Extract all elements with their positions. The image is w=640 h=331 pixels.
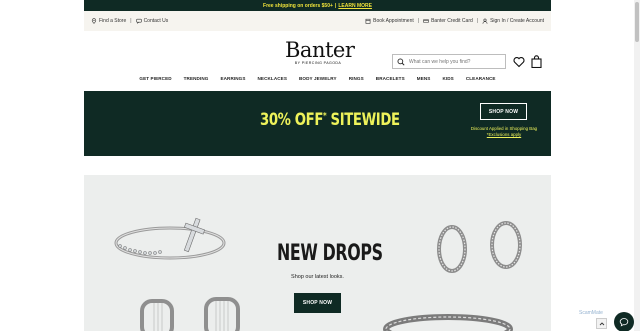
banter-logo[interactable]: Banter BY PIERCING PAGODA (285, 38, 355, 65)
utility-bar: Find a Store | Contact Us Book Appointme… (84, 11, 551, 31)
hero-title: NEW DROPS (277, 241, 383, 266)
contact-link[interactable]: Contact Us (135, 18, 169, 24)
nav-bracelets[interactable]: BRACELETS (370, 76, 411, 86)
search-box[interactable] (392, 54, 506, 69)
band-ring-image (383, 314, 513, 331)
watermark-label: ScamMate (579, 310, 603, 316)
utility-separator: | (476, 18, 479, 24)
chevron-up-icon (599, 321, 604, 325)
utility-separator: | (130, 18, 132, 24)
page-scrollbar[interactable] (634, 0, 640, 331)
book-appointment-label: Book Appointment (373, 18, 414, 24)
new-drops-hero[interactable]: NEW DROPS Shop our latest looks. SHOP NO… (84, 175, 551, 331)
nav-clearance[interactable]: CLEARANCE (460, 76, 502, 86)
nav-kids[interactable]: KIDS (436, 76, 459, 86)
scrollbar-thumb[interactable] (635, 2, 639, 42)
nav-rings[interactable]: RINGS (343, 76, 370, 86)
sign-in-link[interactable]: Sign In / Create Account (482, 18, 544, 24)
find-store-label: Find a Store (99, 18, 127, 24)
user-icon (482, 18, 488, 24)
nav-get-pierced[interactable]: GET PIERCED (133, 76, 177, 86)
hoop-earrings-image (437, 221, 522, 273)
credit-card-link[interactable]: Banter Credit Card (423, 18, 473, 24)
sale-headline-main: 30% OFF (260, 110, 324, 130)
chat-bubble-icon (619, 318, 629, 327)
sale-headline: 30% OFF* SITEWIDE (260, 110, 400, 130)
find-store-link[interactable]: Find a Store (91, 18, 126, 24)
hero-shop-now-button[interactable]: SHOP NOW (294, 293, 341, 313)
sign-in-label: Sign In / Create Account (490, 18, 544, 24)
hero-subtitle: Shop our latest looks. (291, 274, 344, 280)
promo-bar: Free shipping on orders $50+ | LEARN MOR… (84, 0, 551, 11)
promo-text: Free shipping on orders $50+ (263, 2, 333, 9)
scroll-to-top-button[interactable] (596, 318, 607, 329)
location-pin-icon (91, 18, 97, 24)
nav-necklaces[interactable]: NECKLACES (252, 76, 294, 86)
credit-card-label: Banter Credit Card (431, 18, 473, 24)
discount-note: Discount Applied in Shopping Bag *Exclus… (470, 126, 538, 138)
exclusions-link[interactable]: *Exclusions apply (470, 132, 538, 138)
cross-ring-image (114, 217, 226, 260)
huggie-earrings-image (140, 297, 240, 331)
utility-separator: | (417, 18, 420, 24)
promo-separator: | (334, 2, 337, 9)
utility-right: Book Appointment | Banter Credit Card | … (365, 18, 544, 24)
search-icon[interactable] (397, 58, 405, 66)
logo-wordmark: Banter (285, 38, 355, 62)
shopping-bag-icon[interactable] (531, 55, 542, 68)
chat-widget-button[interactable] (614, 312, 634, 331)
nav-earrings[interactable]: EARRINGS (214, 76, 251, 86)
contact-label: Contact Us (143, 18, 169, 24)
sale-headline-tail: SITEWIDE (326, 110, 400, 130)
search-input[interactable] (409, 58, 505, 65)
nav-body-jewelry[interactable]: BODY JEWELRY (293, 76, 343, 86)
nav-trending[interactable]: TRENDING (178, 76, 215, 86)
main-nav: GET PIERCED TRENDING EARRINGS NECKLACES … (84, 76, 551, 86)
site-header: Banter BY PIERCING PAGODA (84, 31, 551, 79)
page: Free shipping on orders $50+ | LEARN MOR… (0, 0, 634, 331)
heart-icon[interactable] (513, 56, 525, 68)
chat-bubble-icon (135, 18, 142, 24)
learn-more-link[interactable]: LEARN MORE (338, 3, 372, 9)
sale-shop-now-button[interactable]: SHOP NOW (480, 103, 527, 120)
utility-left: Find a Store | Contact Us (91, 18, 168, 24)
book-appointment-link[interactable]: Book Appointment (365, 18, 414, 24)
sale-banner[interactable]: 30% OFF* SITEWIDE SHOP NOW Discount Appl… (84, 91, 551, 156)
logo-tagline: BY PIERCING PAGODA (294, 61, 342, 65)
calendar-icon (365, 18, 371, 24)
credit-card-icon (423, 19, 429, 23)
nav-mens[interactable]: MENS (411, 76, 437, 86)
